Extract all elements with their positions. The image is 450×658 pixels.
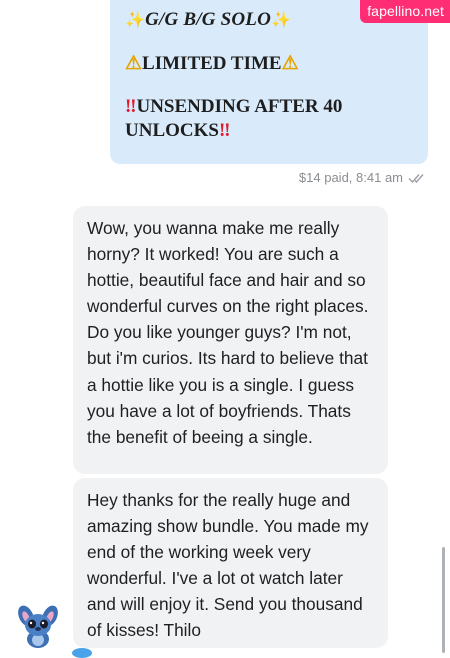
bundle-types-text: G/G B/G SOLO <box>145 9 272 30</box>
sparkles-icon: ✨ <box>125 12 146 29</box>
chat-thread: ✨G/G B/G SOLO✨ ⚠LIMITED TIME⚠ ‼UNSENDING… <box>0 0 450 658</box>
double-exclamation-icon: ‼ <box>218 120 231 141</box>
outgoing-message-meta: $14 paid, 8:41 am <box>299 170 428 185</box>
next-avatar-icon <box>72 648 92 658</box>
scrollbar[interactable] <box>442 547 445 653</box>
message-text: Hey thanks for the really huge and amazi… <box>87 490 369 641</box>
double-check-icon <box>408 173 424 183</box>
warning-icon: ⚠ <box>125 53 143 74</box>
unsending-line: ‼UNSENDING AFTER 40 <box>125 95 418 119</box>
unlocks-line: UNLOCKS‼ <box>125 119 418 143</box>
warning-icon: ⚠ <box>281 53 299 74</box>
watermark-badge: fapellino.net <box>360 0 450 23</box>
unlocks-text: UNLOCKS <box>125 120 219 141</box>
incoming-message-bubble[interactable]: Hey thanks for the really huge and amazi… <box>73 478 388 648</box>
outgoing-message-bubble[interactable]: ✨G/G B/G SOLO✨ ⚠LIMITED TIME⚠ ‼UNSENDING… <box>110 0 428 164</box>
unsending-text: UNSENDING AFTER 40 <box>136 96 343 117</box>
limited-time-text: LIMITED TIME <box>142 53 282 74</box>
paid-timestamp: $14 paid, 8:41 am <box>298 170 403 185</box>
limited-time-line: ⚠LIMITED TIME⚠ <box>125 52 418 76</box>
double-exclamation-icon: ‼ <box>125 96 137 117</box>
sparkles-icon: ✨ <box>271 12 292 29</box>
incoming-message-bubble[interactable]: Wow, you wanna make me really horny? It … <box>73 206 388 474</box>
message-text: Wow, you wanna make me really horny? It … <box>87 218 369 447</box>
stitch-avatar-icon[interactable] <box>18 604 58 648</box>
